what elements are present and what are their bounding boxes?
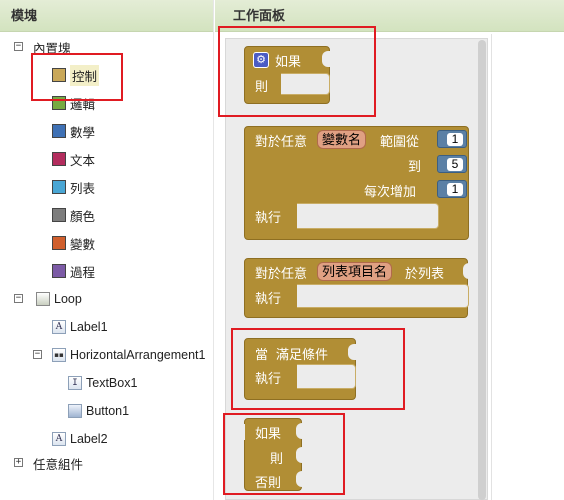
tree-item-variables[interactable]: 變數 <box>52 232 95 254</box>
screen-collapse-icon[interactable]: − <box>14 294 23 303</box>
step-label: 每次增加 <box>364 184 417 199</box>
tree-item-horizontalarrangement1[interactable]: ▪▪ HorizontalArrangement1 <box>52 344 206 366</box>
tree-item-label: Label1 <box>70 320 108 334</box>
variable-name-pill[interactable]: 變數名 <box>317 130 367 149</box>
tree-item-textbox1[interactable]: I TextBox1 <box>68 372 137 394</box>
workspace-panel: 工作面板 ⚙ 如果 則 對於任意 變數名 範圍從 1 到 5 每次增加 1 執行… <box>215 0 564 500</box>
lists-swatch-icon <box>52 180 66 194</box>
screen-icon <box>36 292 50 306</box>
do-label: 執行 <box>255 291 282 306</box>
from-label: 範圍從 <box>380 134 420 149</box>
highlight-box <box>231 328 405 410</box>
tree-item-label: 過程 <box>70 265 96 280</box>
step-number-block[interactable]: 1 <box>437 180 467 198</box>
in-list-label: 於列表 <box>405 266 445 281</box>
label-icon: A <box>52 320 66 334</box>
colors-swatch-icon <box>52 208 66 222</box>
list-item-name-pill[interactable]: 列表項目名 <box>317 262 393 281</box>
horizontal-arrangement-icon: ▪▪ <box>52 348 66 362</box>
variables-swatch-icon <box>52 236 66 250</box>
textbox-icon: I <box>68 376 82 390</box>
from-value[interactable]: 1 <box>447 133 463 146</box>
tree-item-label: 任意組件 <box>33 457 84 472</box>
to-value[interactable]: 5 <box>447 158 463 171</box>
blocks-panel-title: 模塊 <box>0 0 213 32</box>
for-range-prefix: 對於任意 <box>255 134 308 149</box>
math-swatch-icon <box>52 124 66 138</box>
tree-item-label: 數學 <box>70 125 96 140</box>
tree-item-label: Loop <box>54 292 82 306</box>
any-component-expand-icon[interactable]: + <box>14 458 23 467</box>
tree-item-lists[interactable]: 列表 <box>52 176 95 198</box>
button-icon <box>68 404 82 418</box>
tree-item-colors[interactable]: 顏色 <box>52 204 95 226</box>
text-swatch-icon <box>52 152 66 166</box>
to-label: 到 <box>408 159 422 174</box>
highlight-box <box>218 26 376 117</box>
tree-item-screen[interactable]: Loop <box>36 288 82 310</box>
for-each-prefix: 對於任意 <box>255 266 308 281</box>
tree-item-label: TextBox1 <box>86 376 138 390</box>
highlight-box <box>223 413 345 495</box>
do-label: 執行 <box>255 210 282 225</box>
builtin-collapse-icon[interactable]: − <box>14 42 23 51</box>
tree-item-label: 列表 <box>70 181 96 196</box>
tree-item-text[interactable]: 文本 <box>52 148 95 170</box>
workspace-canvas-area[interactable] <box>491 34 564 500</box>
tree-item-procedures[interactable]: 過程 <box>52 260 95 282</box>
procedures-swatch-icon <box>52 264 66 278</box>
tree-item-label1[interactable]: A Label1 <box>52 316 108 338</box>
tree-item-label: Label2 <box>70 432 108 446</box>
label-icon: A <box>52 432 66 446</box>
tree-item-label: HorizontalArrangement1 <box>70 348 206 362</box>
tree-item-label: 顏色 <box>70 209 96 224</box>
tree-item-label2[interactable]: A Label2 <box>52 428 108 450</box>
step-value[interactable]: 1 <box>447 183 463 196</box>
tree-item-button1[interactable]: Button1 <box>68 400 129 422</box>
tree-item-math[interactable]: 數學 <box>52 120 95 142</box>
workspace-scrollbar[interactable] <box>478 40 486 500</box>
tree-item-label: Button1 <box>86 404 130 418</box>
arrangement-collapse-icon[interactable]: − <box>33 350 42 359</box>
tree-item-any-component[interactable]: 任意組件 <box>33 452 83 474</box>
highlight-box <box>31 53 123 101</box>
from-number-block[interactable]: 1 <box>437 130 467 148</box>
to-number-block[interactable]: 5 <box>437 155 467 173</box>
tree-item-label: 文本 <box>70 153 96 168</box>
tree-item-label: 變數 <box>70 237 96 252</box>
